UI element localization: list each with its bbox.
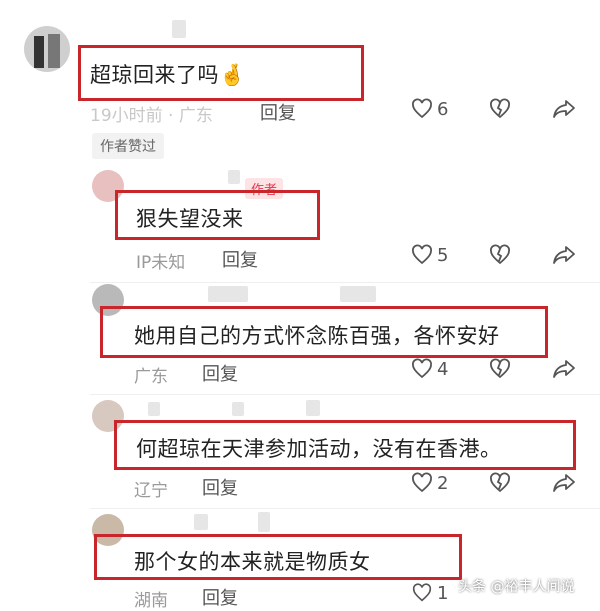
divider	[90, 508, 600, 509]
like-count: 5	[437, 245, 449, 266]
comment-meta: IP未知	[136, 253, 186, 273]
comment-meta: 19小时前 · 广东	[90, 106, 213, 126]
heart-icon[interactable]	[410, 357, 434, 381]
broken-heart-icon[interactable]	[488, 471, 512, 495]
author-liked-badge: 作者赞过	[92, 133, 164, 159]
reply-button[interactable]: 回复	[202, 584, 238, 610]
username-blurred	[232, 402, 244, 416]
like-count: 1	[437, 583, 449, 604]
reply-button[interactable]: 回复	[222, 246, 258, 272]
share-icon[interactable]	[551, 471, 577, 495]
comment-text: 她用自己的方式怀念陈百强，各怀安好	[134, 324, 500, 348]
comment-text: 狠失望没来	[136, 207, 244, 231]
share-icon[interactable]	[551, 357, 577, 381]
share-icon[interactable]	[551, 97, 577, 121]
reply-button[interactable]: 回复	[202, 474, 238, 500]
share-icon[interactable]	[551, 243, 577, 267]
username-blurred	[258, 512, 270, 532]
comment-meta: 辽宁	[134, 481, 168, 501]
heart-icon[interactable]	[410, 97, 434, 121]
username-blurred	[148, 402, 160, 416]
username-blurred	[340, 286, 376, 302]
broken-heart-icon[interactable]	[488, 97, 512, 121]
comment-text: 那个女的本来就是物质女	[134, 550, 371, 574]
heart-icon[interactable]	[410, 582, 434, 604]
like-count: 4	[437, 359, 449, 380]
like-count: 2	[437, 473, 449, 494]
heart-icon[interactable]	[410, 471, 434, 495]
comment-meta: 湖南	[134, 591, 168, 611]
avatar[interactable]	[24, 26, 70, 72]
like-count: 6	[437, 99, 449, 120]
heart-icon[interactable]	[410, 243, 434, 267]
watermark: 头条 @裕丰人间说	[458, 579, 575, 595]
reply-button[interactable]: 回复	[260, 99, 296, 125]
broken-heart-icon[interactable]	[488, 243, 512, 267]
username-blurred	[306, 400, 320, 416]
hand-emoji-icon: 🤞	[219, 63, 246, 87]
reply-button[interactable]: 回复	[202, 360, 238, 386]
comment-text: 何超琼在天津参加活动，没有在香港。	[136, 437, 502, 461]
comment-text: 超琼回来了吗🤞	[90, 63, 246, 87]
divider	[90, 282, 600, 283]
username-blurred	[194, 514, 208, 530]
comment-meta: 广东	[134, 367, 168, 387]
username-blurred	[208, 286, 248, 302]
username-blurred	[172, 20, 186, 38]
divider	[90, 394, 600, 395]
username-blurred	[228, 170, 240, 184]
broken-heart-icon[interactable]	[488, 357, 512, 381]
